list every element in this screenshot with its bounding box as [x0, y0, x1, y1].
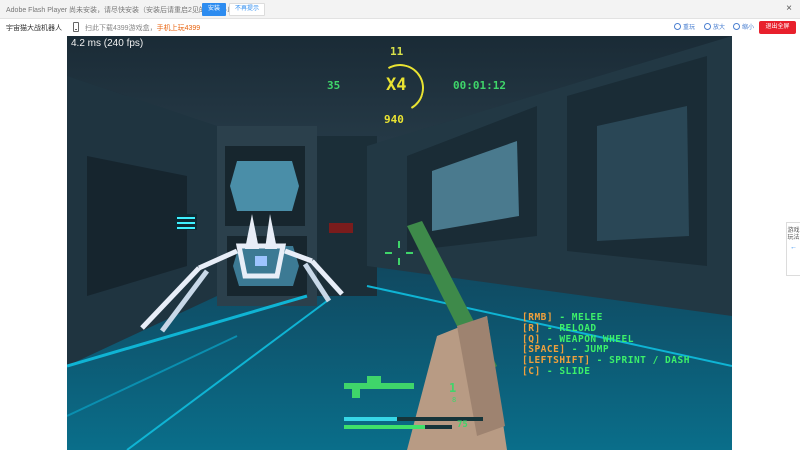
controls-help: [RMB] - MELEE [R] - RELOAD [Q] - WEAPON … — [522, 312, 690, 378]
download-text: 扫此下载4399游戏盒， — [85, 25, 157, 32]
exit-fullscreen-button[interactable]: 退出全屏 — [759, 21, 796, 34]
control-action: - WEAPON WHEEL — [540, 333, 634, 345]
control-action: - JUMP — [565, 344, 610, 356]
health-bar — [344, 425, 452, 429]
score: 940 — [384, 113, 404, 126]
control-key: [RMB] — [522, 312, 554, 323]
combo-multiplier: X4 — [386, 75, 407, 95]
refresh-label: 重玩 — [683, 25, 696, 31]
control-action: - SLIDE — [540, 365, 591, 377]
control-key: [R] — [522, 322, 541, 334]
phone-icon — [73, 22, 79, 32]
control-action: - RELOAD — [540, 322, 597, 334]
control-key: [LEFTSHIFT] — [522, 355, 591, 367]
health-value: 75 — [457, 420, 468, 430]
shrink-label: 缩小 — [742, 25, 755, 31]
game-viewport[interactable]: 4.2 ms (240 fps) 11 35 X4 00:01:12 940 [… — [67, 36, 732, 450]
download-promo[interactable]: 扫此下载4399游戏盒，手机上玩4399 — [85, 23, 200, 33]
control-key: [Q] — [522, 333, 541, 345]
refresh-icon — [674, 23, 681, 30]
flash-notice-bar: Adobe Flash Player 尚未安装，请尽快安装（安装后请重启2见的浏… — [0, 0, 800, 19]
control-action: - SPRINT / DASH — [590, 355, 690, 367]
arrow-left-icon: ← — [790, 244, 797, 251]
gameplay-guide-tab[interactable]: 游戏玩法 ← — [786, 222, 800, 276]
health-bar-fill — [344, 425, 425, 429]
fps-counter: 4.2 ms (240 fps) — [71, 38, 144, 49]
enemy-count: 35 — [327, 79, 341, 92]
download-highlight[interactable]: 手机上玩4399 — [157, 25, 201, 32]
enlarge-label: 放大 — [713, 25, 726, 31]
ammo-reserve: 8 — [452, 396, 457, 404]
control-line: [C] - SLIDE — [522, 365, 690, 378]
shield-bar-fill — [344, 417, 397, 421]
control-key: [C] — [522, 365, 541, 377]
refresh-button[interactable]: 重玩 — [674, 22, 695, 31]
zoom-in-icon — [704, 23, 711, 30]
game-title: 宇宙猫大战机器人 — [6, 24, 62, 32]
control-action: - MELEE — [553, 312, 603, 323]
close-icon[interactable]: × — [786, 3, 792, 15]
control-key: [SPACE] — [522, 344, 566, 356]
game-header: 宇宙猫大战机器人 扫此下载4399游戏盒，手机上玩4399 重玩 放大 缩小 退… — [0, 19, 800, 36]
ammo-count: 1 — [449, 381, 457, 395]
zoom-out-icon — [733, 23, 740, 30]
shrink-button[interactable]: 缩小 — [733, 22, 754, 31]
enlarge-button[interactable]: 放大 — [704, 22, 725, 31]
install-flash-button[interactable]: 安装 — [202, 3, 226, 16]
kill-count: 11 — [390, 45, 404, 58]
gameplay-guide-label: 游戏玩法 — [787, 228, 800, 241]
no-remind-button[interactable]: 不再提示 — [229, 3, 265, 16]
game-timer: 00:01:12 — [453, 79, 506, 92]
